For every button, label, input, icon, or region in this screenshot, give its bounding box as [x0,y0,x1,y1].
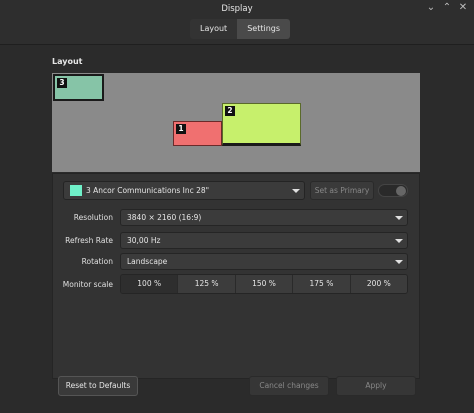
monitor-3-tile[interactable]: 3 [53,74,104,101]
scale-option-150[interactable]: 150 % [235,275,294,293]
resolution-label: Resolution [73,213,113,222]
tab-bar: Layout Settings [190,19,291,39]
maximize-icon[interactable]: ⌃ [442,3,452,13]
minimize-icon[interactable]: ⌄ [426,3,436,13]
chevron-down-icon [292,189,300,193]
monitor-3-number: 3 [57,78,67,88]
resolution-dropdown[interactable]: 3840 × 2160 (16:9) [120,209,408,226]
monitor-2-tile[interactable]: 2 [222,103,301,146]
refresh-rate-dropdown[interactable]: 30,00 Hz [120,232,408,249]
chevron-down-icon [395,216,403,220]
apply-button[interactable]: Apply [336,376,416,396]
monitor-select-text: 3 Ancor Communications Inc 28" [86,186,210,195]
tab-layout[interactable]: Layout [190,19,238,39]
title-bar: Display ⌄ ⌃ ✕ Layout Settings [0,0,474,45]
refresh-rate-label: Refresh Rate [65,236,113,245]
tab-settings[interactable]: Settings [237,19,291,39]
monitor-scale-selector: 100 % 125 % 150 % 175 % 200 % [120,274,408,294]
chevron-down-icon [395,260,403,264]
scale-option-125[interactable]: 125 % [178,275,236,293]
scale-option-200[interactable]: 200 % [350,275,407,293]
refresh-rate-value: 30,00 Hz [127,236,161,245]
monitor-enable-toggle[interactable] [378,184,408,197]
set-as-primary-button[interactable]: Set as Primary [310,181,374,200]
rotation-dropdown[interactable]: Landscape [120,253,408,270]
close-icon[interactable]: ✕ [458,3,468,13]
monitor-select-dropdown[interactable]: 3 Ancor Communications Inc 28" [63,181,305,200]
window-title: Display [221,4,253,14]
rotation-value: Landscape [127,257,168,266]
reset-to-defaults-button[interactable]: Reset to Defaults [58,376,138,396]
monitor-1-number: 1 [176,124,186,134]
resolution-value: 3840 × 2160 (16:9) [127,213,202,222]
monitor-scale-label: Monitor scale [62,280,113,289]
cancel-changes-button[interactable]: Cancel changes [249,376,329,396]
toggle-knob [396,186,406,196]
scale-option-175[interactable]: 175 % [293,275,351,293]
scale-option-100[interactable]: 100 % [121,275,179,293]
layout-section-label: Layout [52,57,83,66]
monitor-1-tile[interactable]: 1 [173,121,222,146]
monitor-layout-canvas[interactable]: 3 1 2 [52,73,420,172]
monitor-2-number: 2 [225,106,235,116]
monitor-color-swatch [70,185,82,196]
chevron-down-icon [395,239,403,243]
rotation-label: Rotation [81,257,113,266]
